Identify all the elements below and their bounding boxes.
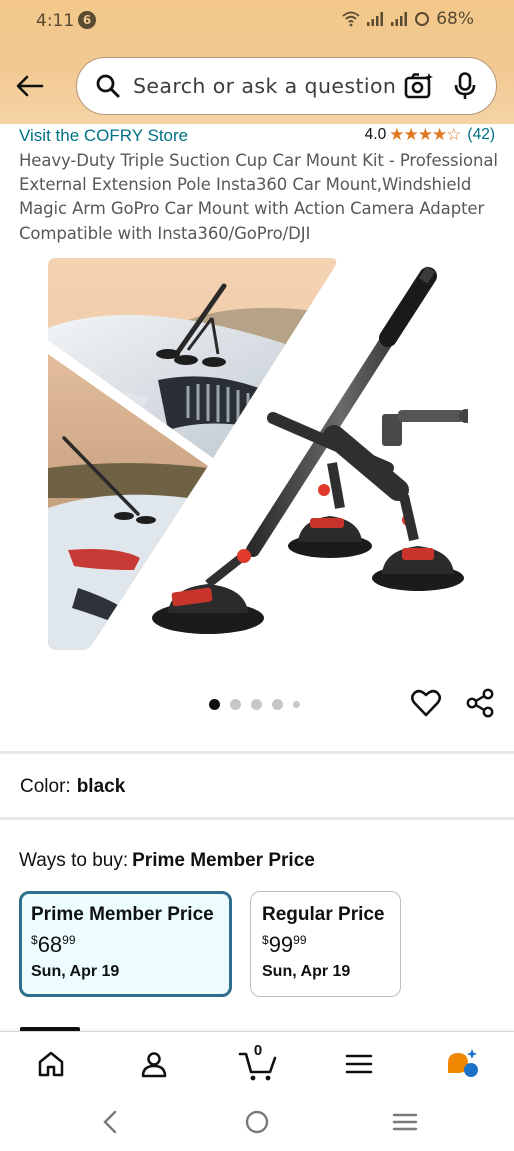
price-dollars: 99 (268, 932, 294, 957)
buy-option-regular[interactable]: Regular Price $99 99 Sun, Apr 19 (250, 891, 401, 997)
account-icon (141, 1052, 167, 1078)
section-divider (0, 751, 514, 754)
system-home-button[interactable] (237, 1105, 277, 1139)
buy-option-name: Prime Member Price (31, 904, 214, 925)
color-selector: Color: black (20, 776, 125, 798)
section-divider (0, 817, 514, 820)
signal-icon-2 (390, 11, 408, 27)
battery-icon (414, 11, 430, 27)
recents-icon (392, 1113, 418, 1131)
nav-cart[interactable]: 0 (236, 1042, 280, 1086)
nav-menu[interactable] (337, 1042, 381, 1086)
system-back-button[interactable] (90, 1105, 130, 1139)
battery-percent: 68% (436, 9, 474, 29)
system-recents-button[interactable] (385, 1105, 425, 1139)
rating-count[interactable]: (42) (467, 126, 495, 144)
ways-to-buy-label: Ways to buy: (19, 850, 129, 871)
product-title: Heavy-Duty Triple Suction Cup Car Mount … (19, 151, 498, 243)
share-button[interactable] (463, 686, 497, 720)
header-band: 4:11 6 68% Search or ask a question (0, 0, 514, 124)
microphone-icon[interactable] (450, 69, 480, 103)
signal-icon (366, 11, 384, 27)
color-label: Color: (20, 776, 71, 797)
wishlist-button[interactable] (409, 686, 443, 720)
search-icon (93, 71, 123, 101)
price-currency: $ (31, 933, 38, 947)
buy-option-prime[interactable]: Prime Member Price $68 99 Sun, Apr 19 (19, 891, 232, 997)
rufus-icon (448, 1049, 478, 1077)
buy-option-price: $99 99 (262, 932, 389, 958)
carousel-dot[interactable] (251, 699, 262, 710)
carousel-dot[interactable] (209, 699, 220, 710)
home-icon (38, 1051, 64, 1077)
ways-to-buy-selected: Prime Member Price (132, 850, 315, 871)
cart-count: 0 (253, 1042, 263, 1059)
image-carousel-indicator (209, 699, 300, 710)
carousel-dot[interactable] (272, 699, 283, 710)
notification-badge: 6 (78, 11, 96, 29)
share-icon (466, 688, 494, 718)
nav-rufus[interactable] (440, 1042, 484, 1086)
rating-summary[interactable]: 4.0 ★★★★☆ (42) (365, 125, 495, 145)
price-cents: 99 (293, 933, 307, 947)
search-input[interactable]: Search or ask a question (133, 74, 402, 98)
nav-account[interactable] (132, 1042, 176, 1086)
buy-option-name: Regular Price (262, 904, 385, 925)
bottom-navigation: 0 (0, 1031, 514, 1093)
menu-icon (345, 1054, 373, 1074)
nav-home[interactable] (29, 1042, 73, 1086)
heart-icon (411, 689, 441, 717)
camera-search-icon[interactable] (402, 69, 436, 103)
product-image[interactable] (48, 258, 473, 650)
status-indicators: 68% (342, 9, 474, 29)
store-link[interactable]: Visit the COFRY Store (19, 126, 188, 146)
rating-stars-icon: ★★★★☆ (389, 125, 461, 144)
carousel-dot[interactable] (293, 701, 300, 708)
price-currency: $ (262, 933, 269, 947)
delivery-date: Sun, Apr 19 (31, 963, 120, 980)
price-cents: 99 (62, 933, 76, 947)
carousel-dot[interactable] (230, 699, 241, 710)
price-dollars: 68 (37, 932, 63, 957)
delivery-date: Sun, Apr 19 (262, 963, 351, 980)
circle-icon (245, 1110, 269, 1134)
chevron-left-icon (103, 1110, 117, 1134)
wifi-icon (342, 11, 360, 27)
back-button[interactable] (12, 68, 48, 104)
ways-to-buy-heading: Ways to buy: Prime Member Price (19, 850, 315, 872)
status-bar: 4:11 6 68% (0, 0, 514, 42)
color-value: black (76, 776, 126, 797)
back-arrow-icon (16, 75, 44, 97)
rating-value: 4.0 (364, 126, 387, 143)
status-time: 4:11 (36, 11, 75, 31)
buy-option-price: $68 99 (31, 932, 220, 958)
system-navigation (0, 1093, 514, 1151)
search-bar[interactable]: Search or ask a question (76, 57, 497, 115)
